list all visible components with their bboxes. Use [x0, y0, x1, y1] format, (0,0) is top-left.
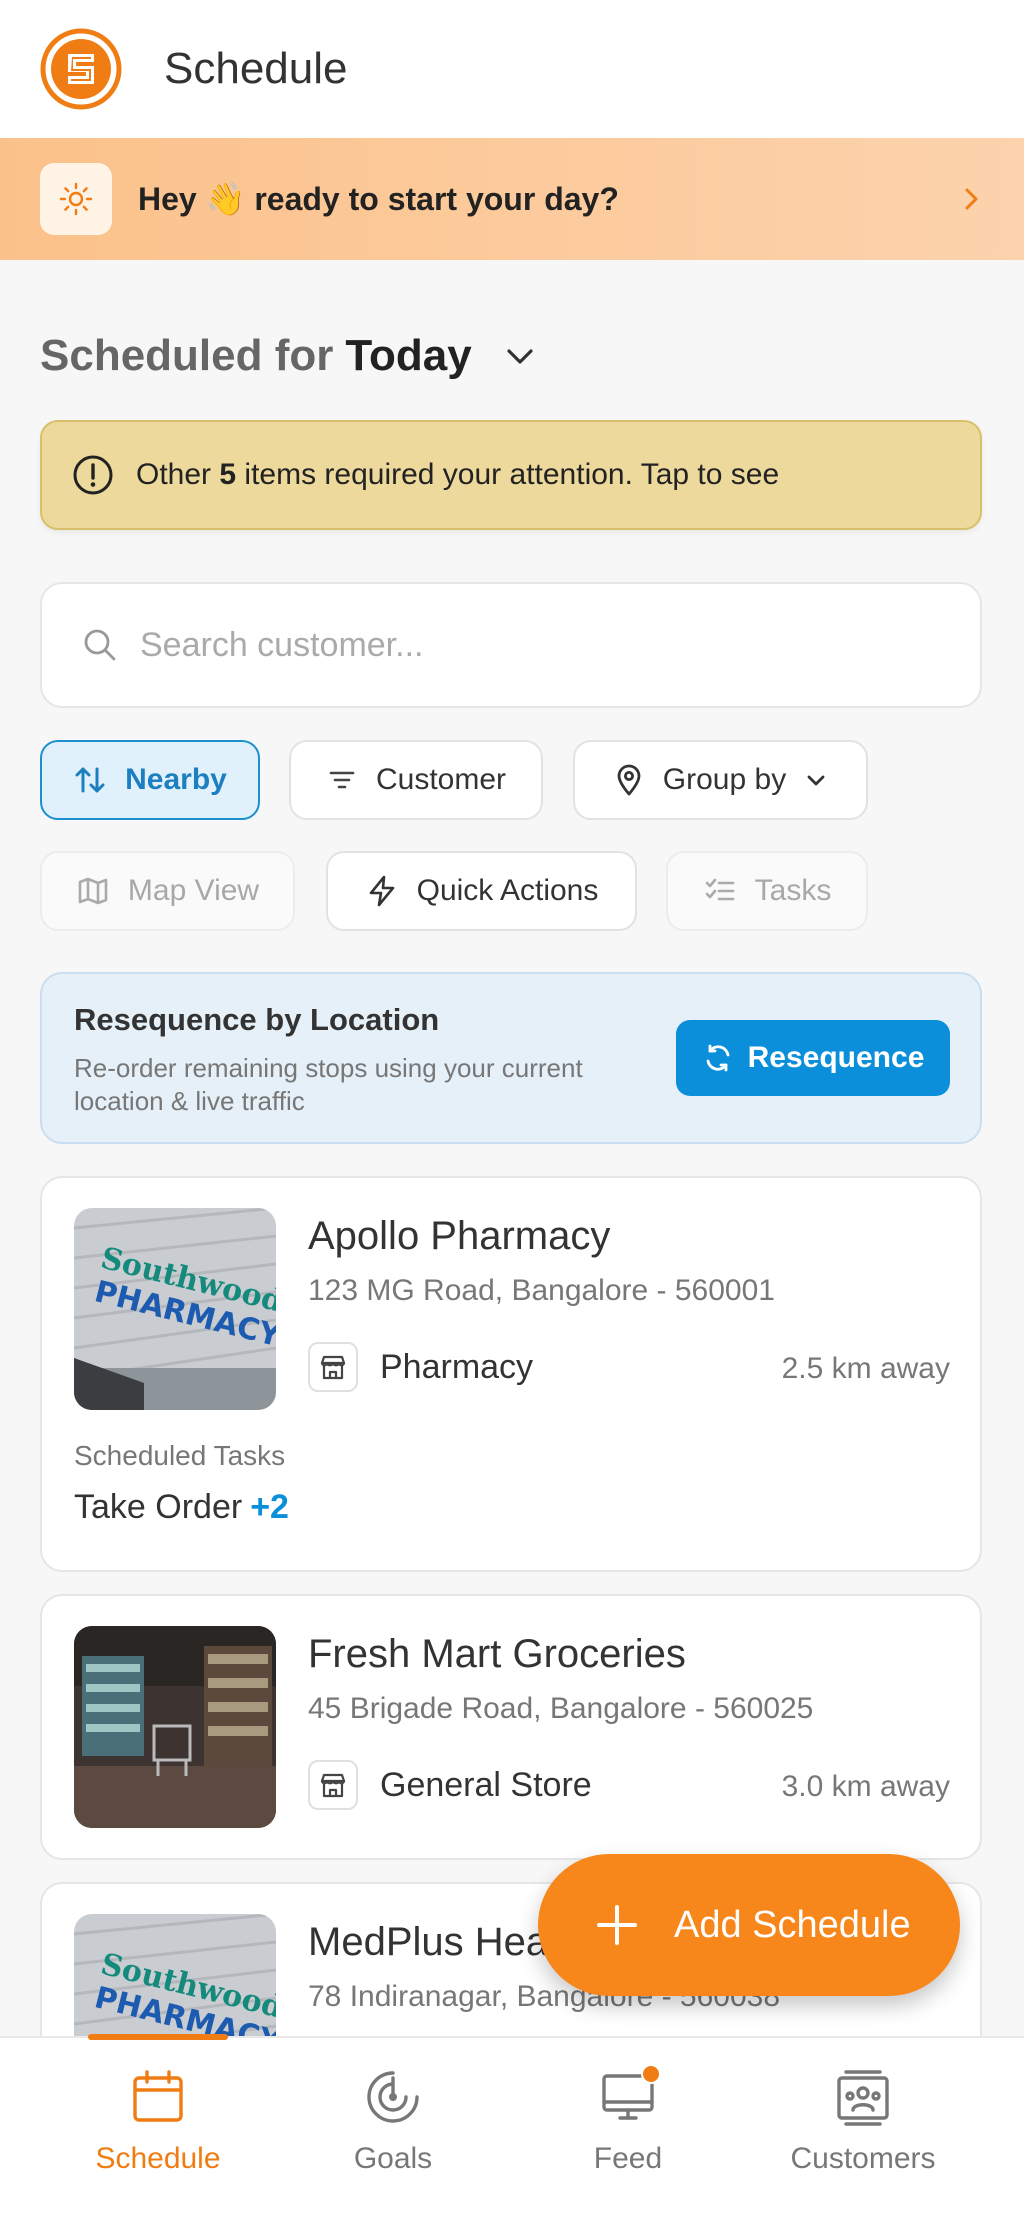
alert-text: Other 5 items required your attention. T…	[136, 458, 780, 491]
add-schedule-label: Add Schedule	[674, 1903, 911, 1946]
map-icon	[78, 877, 108, 905]
section-title-prefix: Scheduled for	[40, 331, 334, 380]
sun-icon-box	[40, 163, 112, 235]
refresh-icon	[706, 1044, 730, 1072]
greeting-banner[interactable]: Hey 👋 ready to start your day?	[0, 138, 1024, 260]
sun-icon	[59, 182, 93, 216]
customer-type-label: General Store	[380, 1765, 592, 1804]
date-selector[interactable]: Scheduled for Today	[40, 326, 538, 386]
add-schedule-button[interactable]: Add Schedule	[538, 1854, 960, 1996]
nav-schedule-label: Schedule	[95, 2142, 221, 2175]
customer-name: Apollo Pharmacy	[308, 1214, 611, 1258]
task-name: Take Order	[74, 1488, 243, 1526]
customer-filter-label: Customer	[375, 763, 507, 796]
page-title: Schedule	[164, 44, 348, 93]
nav-goals-label: Goals	[353, 2142, 433, 2175]
app-logo-icon	[40, 28, 122, 110]
group-by-label: Group by	[662, 763, 787, 796]
resequence-description: Re-order remaining stops using your curr…	[74, 1053, 583, 1116]
greeting-text: Hey 👋 ready to start your day?	[138, 181, 619, 217]
group-by-dropdown[interactable]: Group by	[573, 740, 868, 820]
customer-distance: 3.0 km away	[781, 1770, 950, 1803]
resequence-button[interactable]: Resequence	[676, 1020, 950, 1096]
customer-address: 123 MG Road, Bangalore - 560001	[308, 1274, 775, 1307]
checklist-icon	[705, 878, 734, 901]
sort-arrows-icon	[75, 767, 105, 793]
scheduled-tasks: Take Order +2	[74, 1488, 289, 1527]
alert-count: 5	[219, 458, 237, 491]
customer-filter-chip[interactable]: Customer	[289, 740, 543, 820]
app-header: Schedule	[0, 0, 1024, 138]
search-placeholder: Search customer...	[140, 625, 424, 664]
scheduled-tasks-label: Scheduled Tasks	[74, 1440, 286, 1471]
customer-card[interactable]: Fresh Mart Groceries 45 Brigade Road, Ba…	[40, 1594, 982, 1860]
nav-customers[interactable]: Customers	[753, 2038, 973, 2216]
nav-schedule[interactable]: Schedule	[48, 2034, 268, 2216]
customer-type: Pharmacy	[308, 1342, 533, 1392]
tasks-chip[interactable]: Tasks	[666, 851, 868, 931]
grocery-store-image	[74, 1626, 276, 1828]
nav-feed-label: Feed	[593, 2142, 663, 2175]
search-icon	[84, 629, 116, 661]
target-icon	[367, 2071, 419, 2123]
resequence-panel: Resequence by Location Re-order remainin…	[40, 972, 982, 1144]
pharmacy-storefront-image: Southwood PHARMACY	[74, 1208, 276, 1410]
customer-card[interactable]: Southwood PHARMACY Apollo Pharmacy 123 M…	[40, 1176, 982, 1572]
lightning-icon	[369, 875, 394, 907]
nearby-chip[interactable]: Nearby	[40, 740, 260, 820]
alert-icon	[73, 455, 113, 495]
customer-type-label: Pharmacy	[380, 1347, 534, 1386]
nearby-label: Nearby	[125, 763, 227, 796]
chevron-down-icon	[507, 349, 533, 364]
section-title-day: Today	[345, 331, 472, 380]
chevron-right-icon	[965, 188, 978, 210]
plus-icon	[597, 1905, 637, 1945]
map-view-chip[interactable]: Map View	[40, 851, 295, 931]
resequence-button-label: Resequence	[747, 1041, 925, 1074]
calendar-icon	[133, 2070, 183, 2122]
resequence-title: Resequence by Location	[74, 1002, 440, 1037]
nav-feed[interactable]: Feed	[518, 2038, 738, 2216]
nav-customers-label: Customers	[790, 2142, 936, 2175]
quick-actions-label: Quick Actions	[416, 874, 599, 907]
more-tasks-count: +2	[250, 1488, 289, 1526]
bottom-navigation: Schedule Goals Feed Customers	[0, 2034, 1024, 2216]
customer-type: General Store	[308, 1760, 592, 1810]
search-input[interactable]: Search customer...	[40, 582, 982, 708]
customers-icon	[837, 2070, 889, 2126]
nav-goals[interactable]: Goals	[283, 2038, 503, 2216]
active-tab-indicator	[88, 2034, 228, 2040]
customer-name: Fresh Mart Groceries	[308, 1632, 686, 1676]
chevron-down-icon	[807, 775, 825, 786]
attention-alert[interactable]: Other 5 items required your attention. T…	[40, 420, 982, 530]
map-view-label: Map View	[127, 874, 260, 907]
location-pin-icon	[617, 764, 641, 796]
filter-lines-icon	[329, 771, 355, 789]
store-icon	[308, 1760, 358, 1810]
customer-distance: 2.5 km away	[781, 1352, 950, 1385]
store-icon	[308, 1342, 358, 1392]
quick-actions-chip[interactable]: Quick Actions	[326, 851, 637, 931]
customer-address: 45 Brigade Road, Bangalore - 560025	[308, 1692, 814, 1725]
tasks-label: Tasks	[754, 874, 832, 907]
notification-dot	[641, 2064, 661, 2084]
